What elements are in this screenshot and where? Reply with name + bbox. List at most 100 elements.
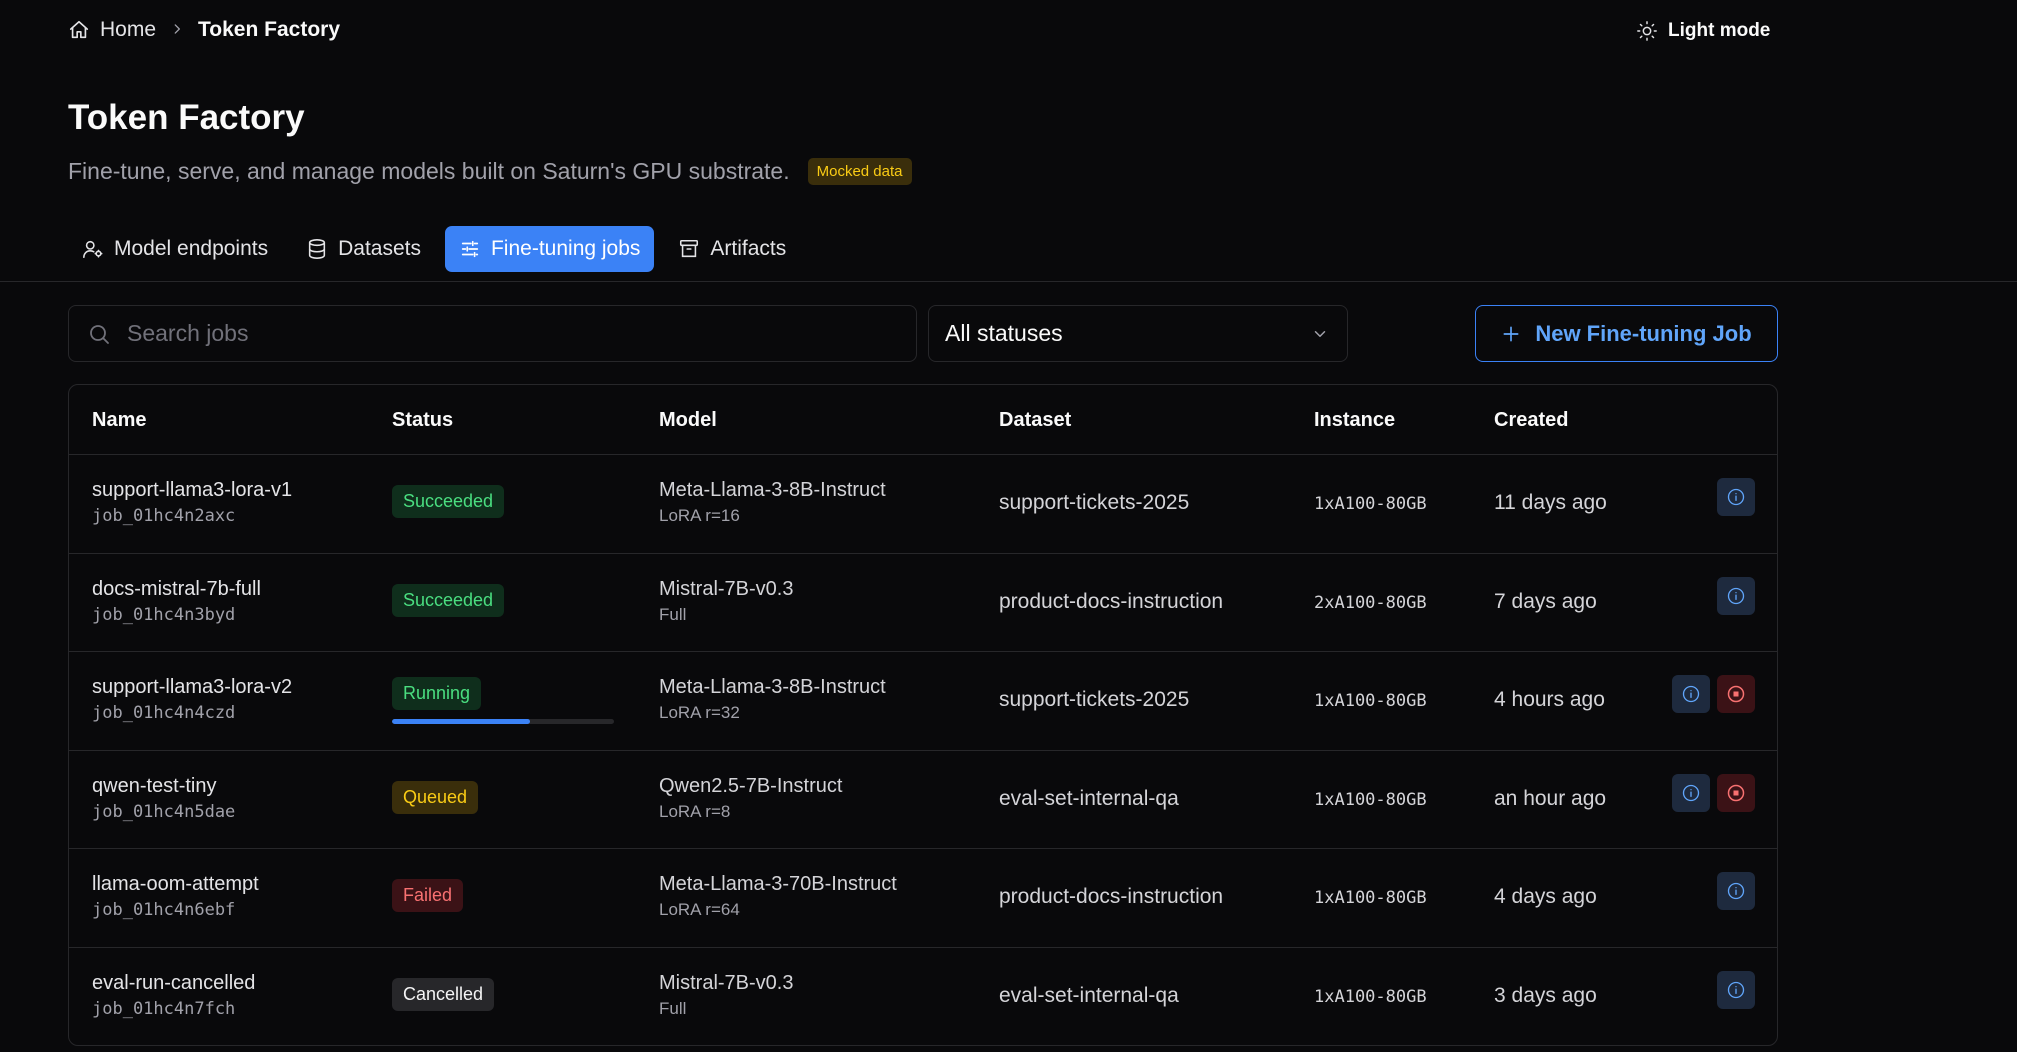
training-method: LoRA r=64 — [659, 900, 740, 919]
created-time: 4 hours ago — [1494, 688, 1605, 711]
tab-datasets[interactable]: Datasets — [292, 226, 435, 272]
info-icon — [1727, 981, 1745, 998]
job-name[interactable]: qwen-test-tiny — [92, 775, 235, 798]
column-header-status[interactable]: Status — [392, 409, 453, 432]
breadcrumb: Home Token Factory — [68, 18, 340, 42]
job-name-cell: support-llama3-lora-v2 job_01hc4n4czd — [92, 676, 292, 723]
jobs-table: Name Status Model Dataset Instance Creat… — [68, 384, 1778, 1046]
job-name-cell: llama-oom-attempt job_01hc4n6ebf — [92, 873, 259, 920]
progress-bar-fill — [392, 719, 530, 724]
model-cell: Meta-Llama-3-8B-Instruct LoRA r=32 — [659, 676, 886, 723]
job-name[interactable]: support-llama3-lora-v2 — [92, 676, 292, 699]
info-button[interactable] — [1672, 675, 1710, 713]
dataset-name: support-tickets-2025 — [999, 688, 1190, 711]
dataset-name: product-docs-instruction — [999, 589, 1224, 613]
job-id: job_01hc4n2axc — [92, 506, 236, 526]
status-cell: Running — [392, 677, 614, 724]
table-row[interactable]: eval-run-cancelled job_01hc4n7fch Cancel… — [69, 948, 1777, 1046]
job-id: job_01hc4n3byd — [92, 604, 236, 625]
tab-fine-tuning-jobs[interactable]: Fine-tuning jobs — [444, 226, 655, 272]
info-button[interactable] — [1717, 478, 1755, 516]
subtitle-row: Fine-tune, serve, and manage models buil… — [68, 158, 912, 185]
column-header-name[interactable]: Name — [92, 409, 146, 432]
table-row[interactable]: support-llama3-lora-v2 job_01hc4n4czd Ru… — [69, 652, 1777, 751]
table-row[interactable]: support-llama3-lora-v1 job_01hc4n2axc Su… — [69, 455, 1777, 554]
training-method: Full — [659, 998, 687, 1018]
job-name[interactable]: support-llama3-lora-v1 — [92, 479, 292, 502]
model-name: Meta-Llama-3-8B-Instruct — [659, 676, 886, 698]
tab-label: Fine-tuning jobs — [490, 237, 641, 260]
instance-type: 2xA100-80GB — [1314, 592, 1427, 613]
model-cell: Mistral-7B-v0.3 Full — [659, 578, 793, 625]
stop-job-button[interactable] — [1717, 675, 1755, 713]
table-row[interactable]: qwen-test-tiny job_01hc4n5dae Queued Qwe… — [69, 751, 1777, 849]
job-name-cell: eval-run-cancelled job_01hc4n7fch — [92, 972, 255, 1019]
progress-bar — [392, 719, 614, 724]
page-title: Token Factory — [68, 98, 305, 137]
light-mode-toggle[interactable]: Light mode — [1636, 20, 1770, 42]
model-cell: Meta-Llama-3-8B-Instruct LoRA r=16 — [659, 479, 886, 526]
info-button[interactable] — [1717, 576, 1755, 615]
breadcrumb-home[interactable]: Home — [68, 18, 156, 42]
model-name: Meta-Llama-3-70B-Instruct — [659, 873, 897, 895]
stop-circle-icon — [1727, 685, 1745, 703]
job-name-cell: qwen-test-tiny job_01hc4n5dae — [92, 775, 235, 822]
breadcrumb-current: Token Factory — [198, 18, 341, 41]
job-name[interactable]: eval-run-cancelled — [92, 972, 255, 995]
job-id: job_01hc4n4czd — [92, 703, 236, 723]
created-time: 11 days ago — [1494, 491, 1607, 514]
job-id: job_01hc4n5dae — [92, 801, 236, 822]
status-badge: Succeeded — [392, 583, 505, 617]
model-name: Qwen2.5-7B-Instruct — [659, 774, 843, 797]
info-button[interactable] — [1672, 773, 1710, 812]
dataset-name: product-docs-instruction — [999, 885, 1224, 908]
column-header-created[interactable]: Created — [1494, 409, 1568, 432]
table-header: Name Status Model Dataset Instance Creat… — [69, 385, 1777, 455]
tab-label: Artifacts — [710, 237, 787, 260]
dataset-name: support-tickets-2025 — [999, 491, 1190, 514]
tab-model-endpoints[interactable]: Model endpoints — [68, 226, 282, 272]
info-button[interactable] — [1717, 970, 1755, 1009]
status-badge: Failed — [392, 879, 464, 912]
job-name[interactable]: llama-oom-attempt — [92, 873, 259, 896]
instance-type: 1xA100-80GB — [1314, 691, 1427, 711]
model-cell: Meta-Llama-3-70B-Instruct LoRA r=64 — [659, 873, 897, 920]
search-icon — [90, 324, 109, 344]
breadcrumb-home-label: Home — [100, 18, 157, 41]
tab-artifacts[interactable]: Artifacts — [664, 226, 800, 272]
tab-label: Datasets — [338, 237, 421, 260]
stop-job-button[interactable] — [1717, 773, 1755, 812]
status-badge: Queued — [392, 780, 479, 814]
instance-type: 1xA100-80GB — [1314, 494, 1427, 514]
search-box[interactable] — [68, 305, 917, 362]
info-button[interactable] — [1717, 872, 1755, 910]
column-header-instance[interactable]: Instance — [1314, 409, 1395, 432]
tab-label: Model endpoints — [114, 237, 269, 260]
job-id: job_01hc4n6ebf — [92, 900, 236, 920]
training-method: LoRA r=8 — [659, 801, 731, 821]
tab-bar: Model endpoints Datasets Fine-tuning job… — [68, 226, 800, 272]
search-input[interactable] — [127, 320, 887, 347]
info-icon — [1682, 685, 1700, 703]
column-header-model[interactable]: Model — [659, 409, 717, 432]
new-fine-tuning-job-button[interactable]: New Fine-tuning Job — [1475, 305, 1778, 362]
info-icon — [1727, 882, 1745, 900]
status-badge: Running — [392, 677, 482, 710]
column-header-dataset[interactable]: Dataset — [999, 409, 1071, 432]
archive-icon — [680, 239, 699, 258]
sliders-icon — [461, 240, 479, 258]
sun-icon — [1637, 21, 1657, 41]
table-row[interactable]: docs-mistral-7b-full job_01hc4n3byd Succ… — [69, 554, 1777, 652]
created-time: an hour ago — [1494, 786, 1607, 810]
user-cog-icon — [83, 240, 103, 259]
status-badge: Succeeded — [392, 485, 505, 518]
job-name[interactable]: docs-mistral-7b-full — [92, 578, 261, 601]
table-row[interactable]: llama-oom-attempt job_01hc4n6ebf Failed … — [69, 849, 1777, 948]
database-icon — [308, 239, 326, 259]
top-bar: Home Token Factory Light mode — [0, 0, 2017, 64]
mocked-data-badge: Mocked data — [807, 158, 912, 185]
chevron-down-icon — [1314, 330, 1326, 337]
job-name-cell: docs-mistral-7b-full job_01hc4n3byd — [92, 578, 261, 625]
status-filter-select[interactable]: All statuses — [928, 305, 1348, 362]
dataset-name: eval-set-internal-qa — [999, 983, 1179, 1007]
